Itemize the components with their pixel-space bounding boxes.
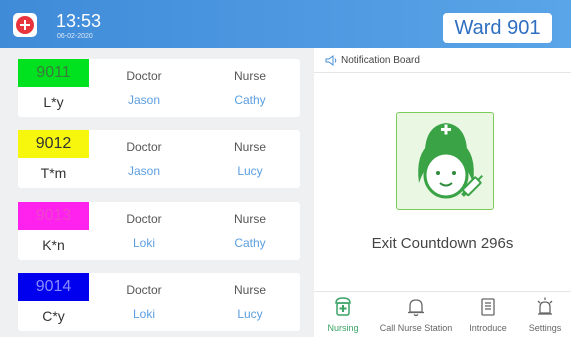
room-card-9014[interactable]: 9014 C*y Doctor Loki Nurse Lucy — [18, 273, 300, 331]
exit-countdown: Exit Countdown 296s — [371, 235, 514, 252]
nurse-badge-icon — [335, 297, 351, 316]
nurse-label: Nurse — [233, 212, 266, 226]
ward-label: Ward 901 — [443, 13, 552, 43]
alarm-light-icon — [537, 297, 553, 315]
room-card-9013[interactable]: 9013 K*n Doctor Loki Nurse Cathy — [18, 202, 300, 260]
doctor-label: Doctor — [126, 283, 162, 297]
doctor-name: Jason — [127, 93, 161, 107]
room-number: 9014 — [18, 273, 89, 301]
patient-name: C*y — [42, 308, 65, 324]
nav-nursing-label: Nursing — [327, 323, 359, 333]
nav-nursing[interactable]: Nursing — [322, 292, 364, 337]
doctor-label: Doctor — [126, 212, 162, 226]
header-bar: 13:53 06-02-2020 Ward 901 — [0, 0, 571, 48]
doctor-name: Loki — [132, 307, 155, 321]
doctor-label: Doctor — [126, 69, 162, 83]
nurse-name: Lucy — [237, 307, 263, 321]
nav-introduce[interactable]: Introduce — [464, 292, 512, 337]
doctor-label: Doctor — [126, 140, 162, 154]
doctor-name: Jason — [127, 164, 161, 178]
hospital-cross-icon — [13, 13, 37, 37]
doctor-name: Loki — [132, 236, 155, 250]
room-list: 9011 L*y Doctor Jason Nurse Cathy 9012 T… — [0, 48, 314, 337]
nurse-name: Lucy — [237, 164, 263, 178]
nurse-label: Nurse — [233, 140, 266, 154]
clock-time: 13:53 — [56, 11, 102, 31]
document-icon — [481, 298, 495, 316]
notification-board-header: Notification Board — [314, 48, 571, 73]
nurse-name: Cathy — [234, 93, 266, 107]
patient-name: T*m — [40, 165, 67, 181]
clock-date: 06-02-2020 — [57, 33, 93, 40]
nurse-label: Nurse — [233, 283, 266, 297]
speaker-icon — [325, 55, 337, 66]
nurse-avatar-tile — [396, 112, 494, 210]
notification-board-label: Notification Board — [341, 55, 420, 66]
room-number: 9011 — [18, 59, 89, 87]
nav-settings-label: Settings — [528, 323, 562, 333]
nav-settings[interactable]: Settings — [521, 292, 569, 337]
nav-call-nurse-station[interactable]: Call Nurse Station — [372, 292, 460, 337]
notification-panel: Notification Board Exit Countdown 296s N… — [314, 48, 571, 337]
nurse-label: Nurse — [233, 69, 266, 83]
nav-introduce-label: Introduce — [469, 323, 507, 333]
patient-name: L*y — [43, 94, 64, 110]
nurse-name: Cathy — [234, 236, 266, 250]
bell-icon — [408, 299, 424, 317]
room-card-9012[interactable]: 9012 T*m Doctor Jason Nurse Lucy — [18, 130, 300, 188]
room-number: 9012 — [18, 130, 89, 158]
room-number: 9013 — [18, 202, 89, 230]
nurse-avatar-icon — [418, 123, 484, 199]
patient-name: K*n — [42, 237, 65, 253]
nav-call-nurse-station-label: Call Nurse Station — [379, 323, 453, 333]
bottom-nav: Nursing Call Nurse Station Introduce Set… — [314, 291, 571, 337]
room-card-9011[interactable]: 9011 L*y Doctor Jason Nurse Cathy — [18, 59, 300, 117]
